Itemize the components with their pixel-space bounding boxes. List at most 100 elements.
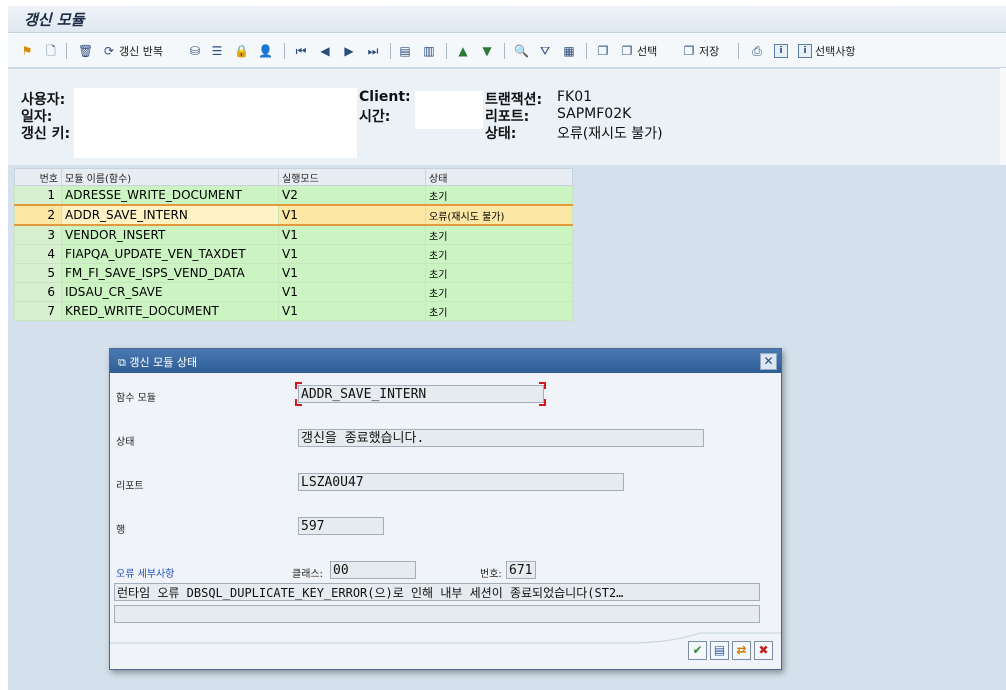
select-button[interactable]: ❐ 선택 bbox=[620, 42, 658, 60]
history-icon[interactable]: ⇄ bbox=[732, 641, 751, 660]
previous-page-icon[interactable]: ◀ bbox=[318, 42, 335, 60]
module-status: 오류(재시도 불가) bbox=[425, 204, 573, 226]
transaction-value: FK01 bbox=[557, 89, 593, 105]
details-icon[interactable]: ▤ bbox=[398, 42, 415, 60]
table-row-selected[interactable]: 2 ADDR_SAVE_INTERN V1 오류(재시도 불가) bbox=[14, 204, 573, 226]
sort-descending-icon[interactable]: ▼ bbox=[480, 42, 497, 60]
user-icon[interactable]: 👤 bbox=[258, 42, 275, 60]
select-icon: ❐ bbox=[621, 44, 633, 58]
table-row[interactable]: 7 KRED_WRITE_DOCUMENT V1 초기 bbox=[14, 301, 573, 321]
focus-corner bbox=[539, 399, 546, 406]
column-header-number[interactable]: 번호 bbox=[14, 168, 62, 186]
execution-mode: V1 bbox=[278, 224, 426, 245]
save-button[interactable]: ❐ 저장 bbox=[682, 42, 720, 60]
sort-ascending-icon[interactable]: ▲ bbox=[456, 42, 473, 60]
update-module-status-dialog: ⧉ 갱신 모듈 상태 ✕ 함수 모듈 ADDR_SAVE_INTERN 상태 갱… bbox=[109, 348, 782, 670]
status-value: 오류(재시도 불가) bbox=[557, 126, 663, 142]
module-name: KRED_WRITE_DOCUMENT bbox=[61, 301, 279, 321]
window-title: 갱신 모듈 bbox=[24, 11, 85, 29]
filter-icon[interactable]: ⛛ bbox=[538, 42, 555, 60]
application-toolbar: ⚑ 🗋 🗑 ⟳ 갱신 반복 ⛁ ☰ 🔒 👤 ⏮ ◀ ▶ ⏭ ▤ ▥ ▲ ▼ 🔍 … bbox=[8, 33, 1006, 68]
error-message-line-2[interactable] bbox=[114, 605, 760, 623]
time-label: 시간: bbox=[359, 109, 391, 125]
focus-corner bbox=[295, 382, 302, 389]
save-icon: ❐ bbox=[683, 44, 695, 58]
module-status: 초기 bbox=[425, 301, 573, 321]
list-edit-icon[interactable]: ☰ bbox=[210, 42, 227, 60]
print-icon[interactable]: ⎙ bbox=[750, 42, 767, 60]
detail-export-icon[interactable]: ▥ bbox=[422, 42, 439, 60]
report-field[interactable]: LSZA0U47 bbox=[298, 473, 624, 491]
module-status: 초기 bbox=[425, 185, 573, 206]
flag-icon[interactable]: ⚑ bbox=[20, 42, 37, 60]
confirm-check-icon[interactable]: ✔ bbox=[688, 641, 707, 660]
execution-mode: V1 bbox=[278, 263, 426, 283]
find-icon[interactable]: 🔍 bbox=[514, 42, 531, 60]
status-label: 상태 bbox=[116, 437, 135, 448]
function-module-label: 함수 모듈 bbox=[116, 393, 156, 404]
choose-icon[interactable]: ❐ bbox=[596, 42, 613, 60]
row-number: 6 bbox=[14, 282, 62, 302]
options-label: 선택사항 bbox=[815, 45, 856, 58]
class-label: 클래스: bbox=[292, 569, 323, 580]
client-time-values bbox=[415, 91, 483, 129]
row-number: 7 bbox=[14, 301, 62, 321]
first-page-icon[interactable]: ⏮ bbox=[294, 42, 311, 60]
cancel-icon[interactable]: ✖ bbox=[754, 641, 773, 660]
dialog-title-bar[interactable]: ⧉ 갱신 모듈 상태 ✕ bbox=[110, 349, 781, 373]
focus-corner bbox=[539, 382, 546, 389]
table-row[interactable]: 3 VENDOR_INSERT V1 초기 bbox=[14, 224, 573, 245]
last-page-icon[interactable]: ⏭ bbox=[366, 42, 383, 60]
row-field[interactable]: 597 bbox=[298, 517, 384, 535]
module-name: ADDR_SAVE_INTERN bbox=[61, 204, 279, 226]
lock-icon[interactable]: 🔒 bbox=[234, 42, 251, 60]
report-label: 리포트 bbox=[116, 481, 144, 492]
row-number: 5 bbox=[14, 263, 62, 283]
function-module-field[interactable]: ADDR_SAVE_INTERN bbox=[298, 385, 544, 403]
document-search-icon[interactable]: 🗋 bbox=[44, 42, 61, 60]
repeat-update-label: 갱신 반복 bbox=[119, 45, 163, 58]
dialog-body: 함수 모듈 ADDR_SAVE_INTERN 상태 갱신을 종료했습니다. 리포… bbox=[110, 373, 781, 669]
delete-icon[interactable]: 🗑 bbox=[78, 42, 95, 60]
column-header-status[interactable]: 상태 bbox=[425, 168, 573, 186]
module-name: FM_FI_SAVE_ISPS_VEND_DATA bbox=[61, 263, 279, 283]
update-header: 사용자: 일자: 갱신 키: Client: 시간: 트랜잭션: FK01 리포… bbox=[8, 68, 1006, 166]
module-name: FIAPQA_UPDATE_VEN_TAXDET bbox=[61, 244, 279, 264]
table-row[interactable]: 5 FM_FI_SAVE_ISPS_VEND_DATA V1 초기 bbox=[14, 263, 573, 283]
next-page-icon[interactable]: ▶ bbox=[342, 42, 359, 60]
status-field[interactable]: 갱신을 종료했습니다. bbox=[298, 429, 704, 447]
number-field[interactable]: 671 bbox=[506, 561, 536, 579]
execution-mode: V1 bbox=[278, 204, 426, 226]
module-status: 초기 bbox=[425, 224, 573, 245]
module-status: 초기 bbox=[425, 282, 573, 302]
info-icon[interactable]: i bbox=[774, 42, 791, 60]
close-icon[interactable]: ✕ bbox=[760, 353, 777, 370]
dialog-window-icon: ⧉ bbox=[118, 356, 126, 369]
report-value: SAPMF02K bbox=[557, 106, 632, 122]
module-status: 초기 bbox=[425, 263, 573, 283]
execution-mode: V1 bbox=[278, 244, 426, 264]
class-field[interactable]: 00 bbox=[330, 561, 416, 579]
long-text-icon[interactable]: ▤ bbox=[710, 641, 729, 660]
module-name: VENDOR_INSERT bbox=[61, 224, 279, 245]
table-header-row: 번호 모듈 이름(함수) 실행모드 상태 bbox=[14, 168, 573, 186]
module-table: 번호 모듈 이름(함수) 실행모드 상태 1 ADRESSE_WRITE_DOC… bbox=[14, 168, 573, 321]
row-label: 행 bbox=[116, 525, 126, 536]
number-label: 번호: bbox=[480, 569, 502, 580]
dialog-title: 갱신 모듈 상태 bbox=[129, 356, 198, 369]
layout-icon[interactable]: ▦ bbox=[562, 42, 579, 60]
error-message-line-1[interactable]: 런타임 오류 DBSQL_DUPLICATE_KEY_ERROR(으)로 인해 … bbox=[114, 583, 760, 601]
save-label: 저장 bbox=[699, 45, 720, 58]
row-number: 4 bbox=[14, 244, 62, 264]
update-key-label: 갱신 키: bbox=[21, 126, 71, 142]
column-header-mode[interactable]: 실행모드 bbox=[278, 168, 426, 186]
table-row[interactable]: 1 ADRESSE_WRITE_DOCUMENT V2 초기 bbox=[14, 185, 573, 206]
database-icon[interactable]: ⛁ bbox=[188, 42, 205, 60]
options-info-icon: i bbox=[798, 44, 812, 58]
options-button[interactable]: i 선택사항 bbox=[798, 42, 855, 60]
row-number: 2 bbox=[14, 204, 62, 226]
table-row[interactable]: 4 FIAPQA_UPDATE_VEN_TAXDET V1 초기 bbox=[14, 244, 573, 264]
table-row[interactable]: 6 IDSAU_CR_SAVE V1 초기 bbox=[14, 282, 573, 302]
repeat-update-button[interactable]: ⟳ 갱신 반복 bbox=[102, 42, 163, 60]
column-header-module[interactable]: 모듈 이름(함수) bbox=[61, 168, 279, 186]
